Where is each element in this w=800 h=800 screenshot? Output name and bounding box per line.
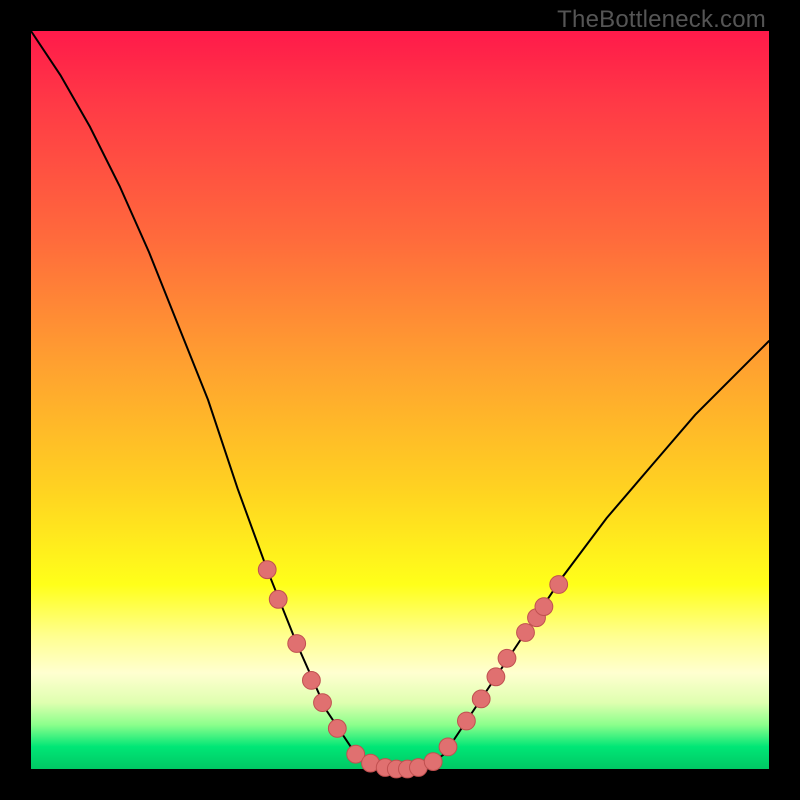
data-marker xyxy=(269,590,287,608)
chart-svg xyxy=(0,0,800,800)
data-marker xyxy=(487,668,505,686)
data-marker xyxy=(535,598,553,616)
data-marker xyxy=(258,561,276,579)
data-marker xyxy=(288,635,306,653)
data-marker xyxy=(303,672,321,690)
chart-container: TheBottleneck.com xyxy=(0,0,800,800)
attribution-label: TheBottleneck.com xyxy=(557,6,766,34)
bottleneck-curve-path xyxy=(31,31,769,769)
data-marker xyxy=(472,690,490,708)
data-marker xyxy=(314,694,332,712)
data-marker xyxy=(498,649,516,667)
data-marker xyxy=(439,738,457,756)
data-markers xyxy=(258,561,567,778)
data-marker xyxy=(458,712,476,730)
data-marker xyxy=(424,753,442,771)
data-marker xyxy=(517,624,535,642)
data-marker xyxy=(550,576,568,594)
bottleneck-curve xyxy=(31,31,769,769)
data-marker xyxy=(328,720,346,738)
